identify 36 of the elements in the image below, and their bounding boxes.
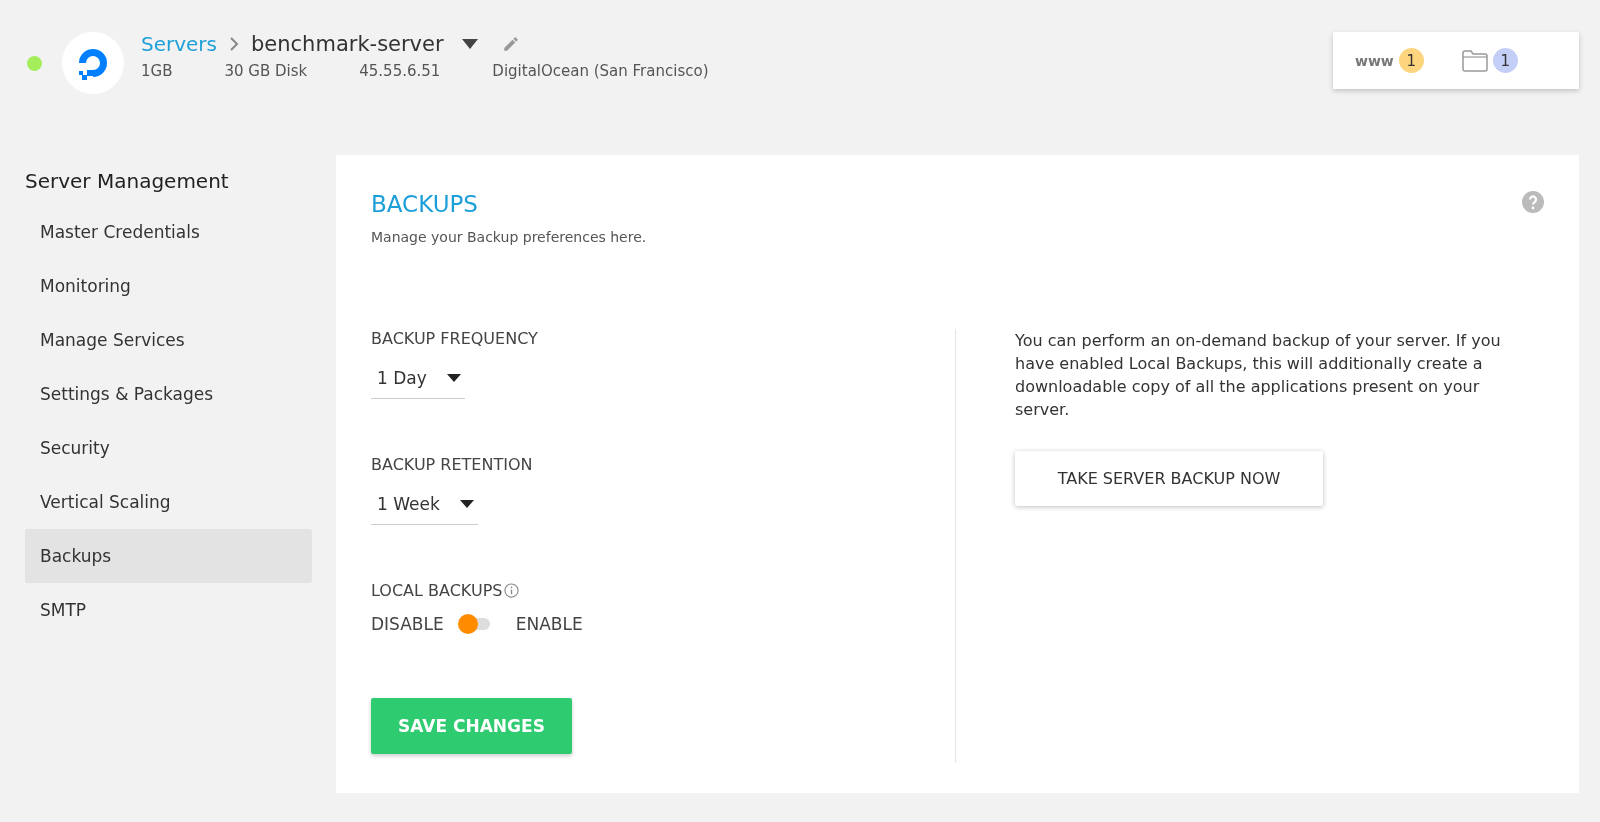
- backup-now-button[interactable]: TAKE SERVER BACKUP NOW: [1015, 451, 1323, 506]
- sidebar-item[interactable]: SMTP: [25, 583, 312, 637]
- chevron-icon: [229, 37, 239, 51]
- sidebar-item[interactable]: Manage Services: [25, 313, 312, 367]
- caret-icon[interactable]: [461, 39, 478, 49]
- pencil-icon[interactable]: [501, 35, 520, 53]
- count-badge: 1: [1398, 48, 1424, 73]
- server-spec: 45.55.6.51: [359, 62, 441, 80]
- server-name: benchmark-server: [251, 32, 444, 56]
- server-spec: DigitalOcean (San Francisco): [492, 62, 709, 80]
- info-icon[interactable]: [504, 583, 520, 598]
- panel-title: BACKUPS: [371, 191, 478, 217]
- sidebar-item[interactable]: Master Credentials: [25, 205, 312, 259]
- panel-subtitle: Manage your Backup preferences here.: [371, 229, 648, 245]
- caret-icon: [446, 374, 461, 382]
- field-label: BACKUP RETENTION: [371, 455, 534, 474]
- backup-info-text: You can perform an on-demand backup of your server. If you have enabled Local Backups, this will additionally create a downloadable copy of all the applications present on your server.: [1015, 330, 1502, 421]
- sidebar-item[interactable]: Settings & Packages: [25, 367, 312, 421]
- sidebar-item[interactable]: Security: [25, 421, 312, 475]
- count-badge: 1: [1492, 48, 1518, 73]
- retention-select[interactable]: 1 Week: [371, 486, 478, 525]
- server-spec: 1GB: [141, 62, 173, 80]
- server-spec: 30 GB Disk: [224, 62, 308, 80]
- folder-icon[interactable]: [1461, 49, 1488, 72]
- field-label: BACKUP FREQUENCY: [371, 329, 539, 348]
- toggle-label: ENABLE: [515, 614, 583, 634]
- toggle-label: DISABLE: [371, 614, 444, 634]
- field-label: LOCAL BACKUPS: [371, 581, 503, 600]
- sidebar-item[interactable]: Monitoring: [25, 259, 312, 313]
- help-icon[interactable]: [1522, 191, 1544, 213]
- sidebar-item[interactable]: Backups: [25, 529, 312, 583]
- www-label: www: [1355, 52, 1394, 69]
- caret-icon: [459, 500, 474, 508]
- sidebar-title: Server Management: [25, 169, 230, 195]
- frequency-select[interactable]: 1 Day: [371, 360, 465, 399]
- sidebar-item[interactable]: Vertical Scaling: [25, 475, 312, 529]
